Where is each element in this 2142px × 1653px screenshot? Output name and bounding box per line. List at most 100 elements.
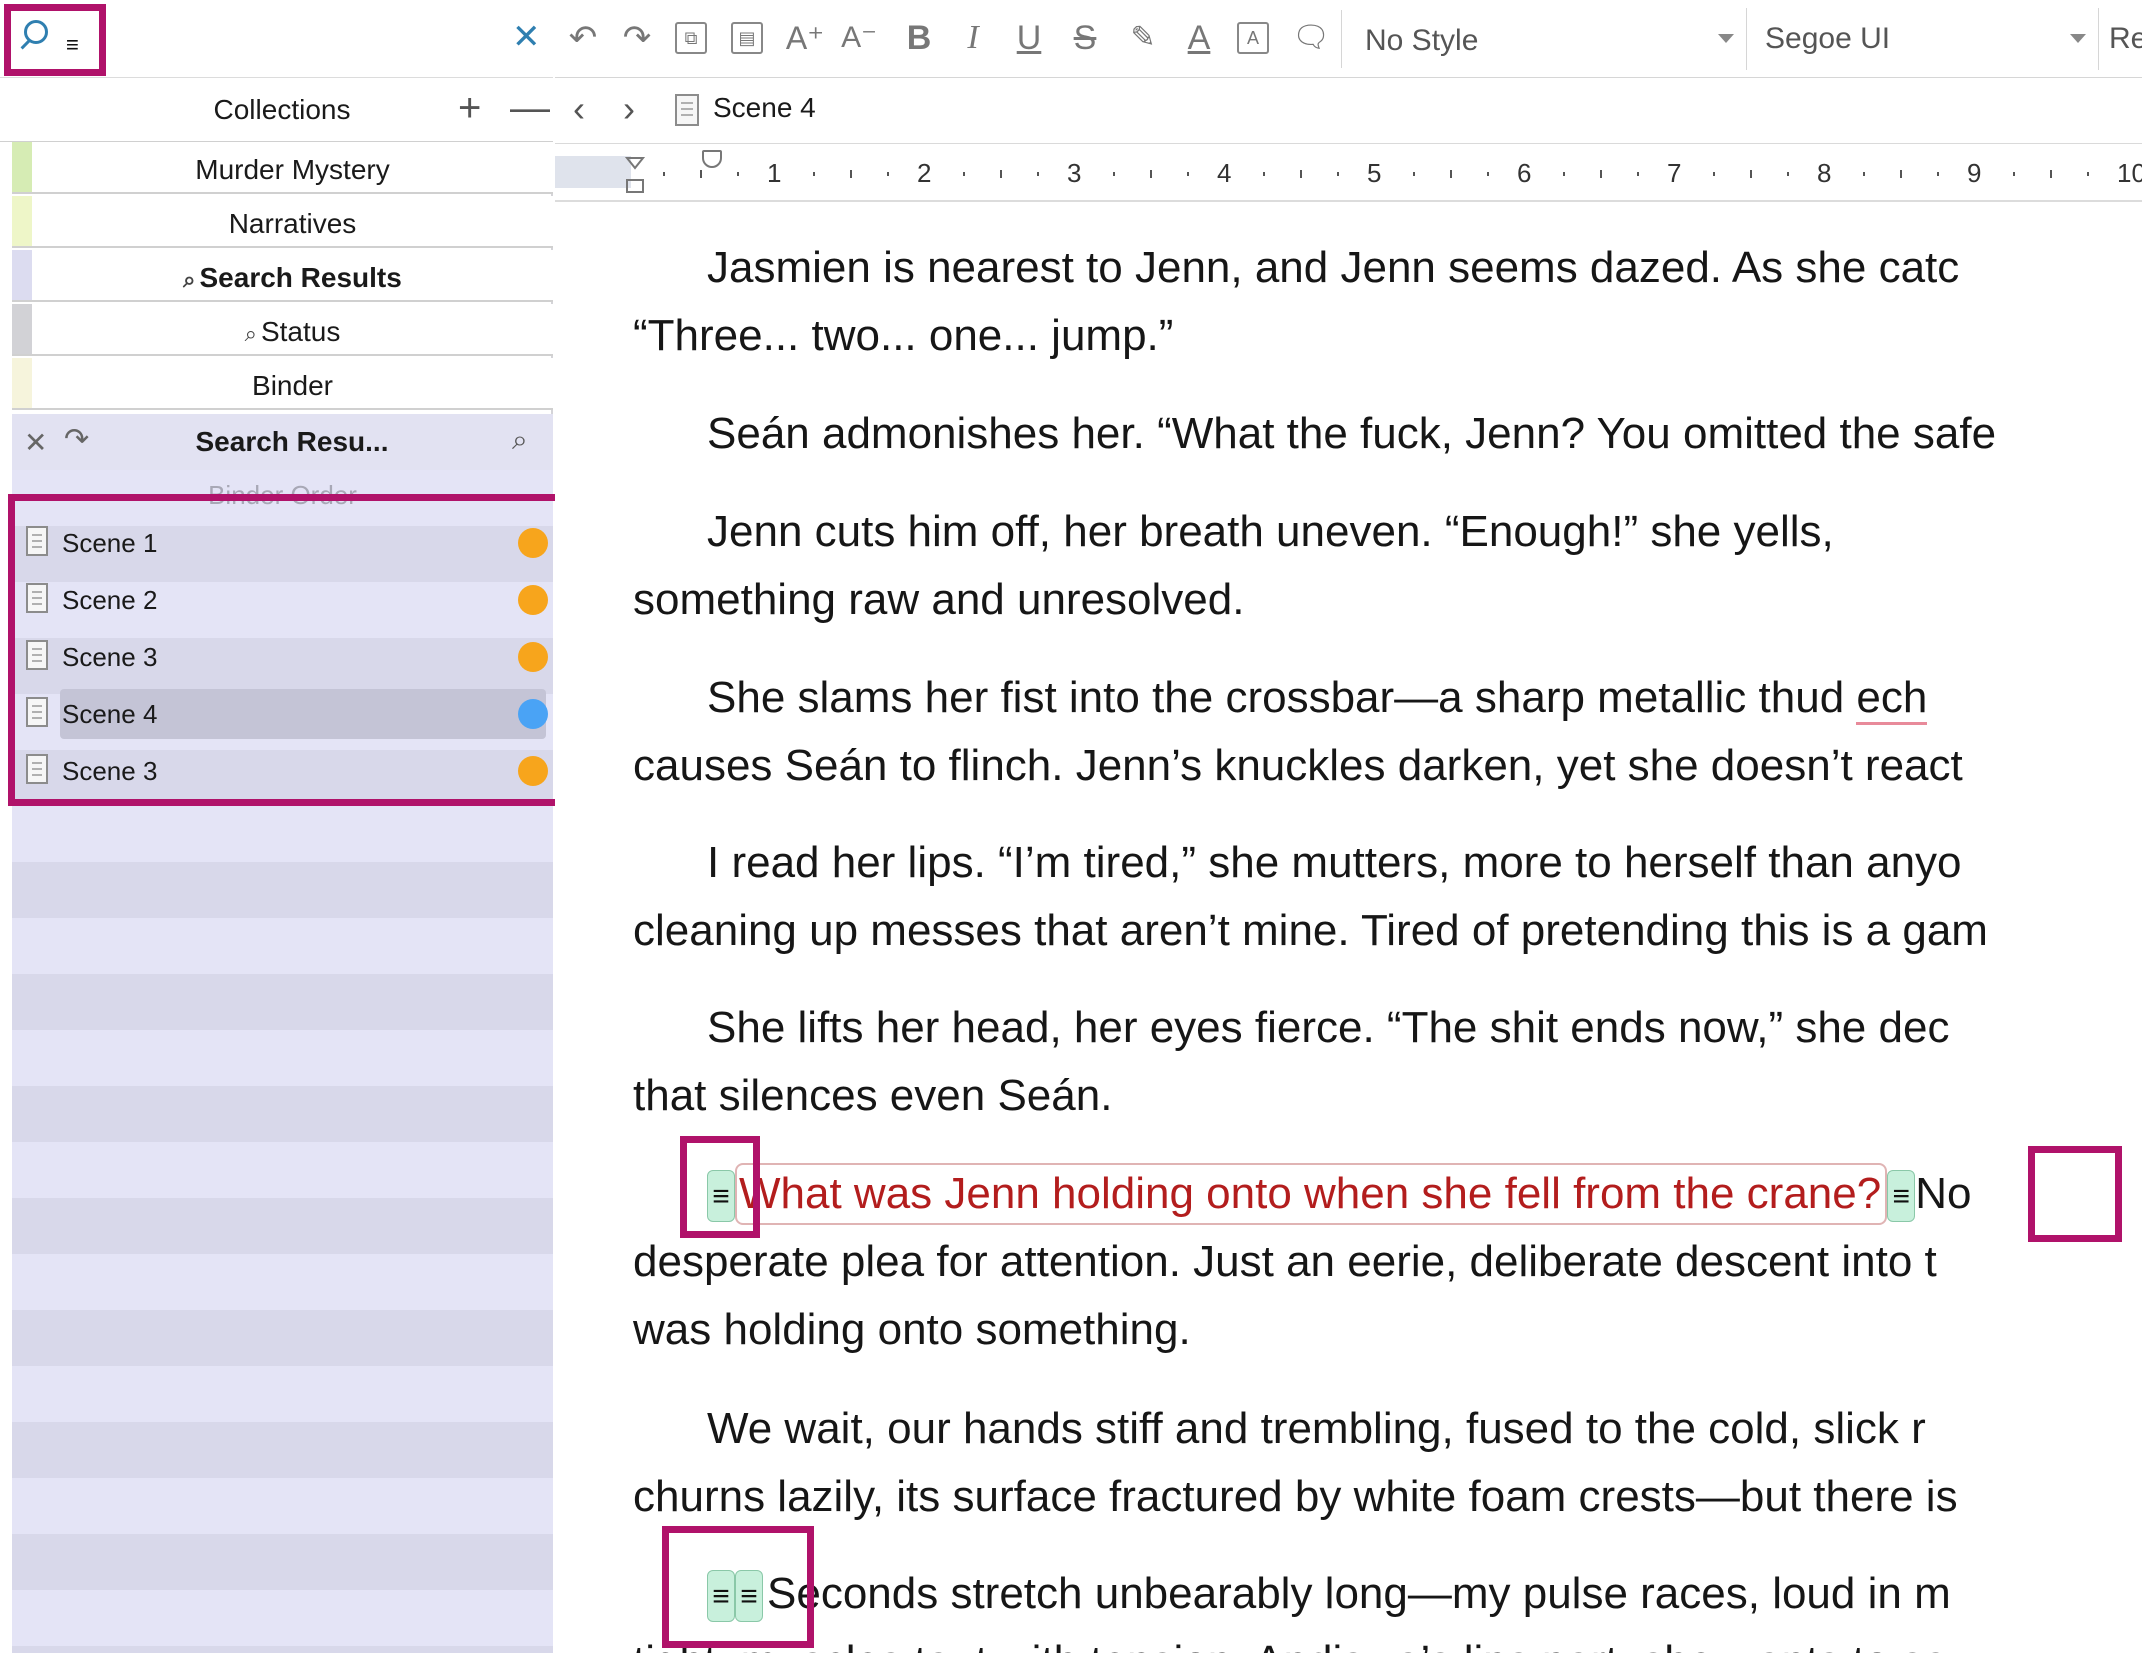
ruler-number: 7 <box>1667 158 1682 188</box>
text-line: Jasmien is nearest to Jenn, and Jenn see… <box>707 243 1960 292</box>
ruler-tick <box>1413 172 1415 176</box>
list-item[interactable]: Scene 1 <box>12 514 553 570</box>
inline-annotation-start-icon[interactable]: ≡ <box>707 1170 735 1223</box>
left-indent-marker[interactable] <box>623 156 647 196</box>
remove-collection-button[interactable]: — <box>510 88 550 128</box>
collections-header: Collections + — <box>0 78 553 142</box>
editor-text-area[interactable]: Jasmien is nearest to Jenn, and Jenn see… <box>555 202 2142 1653</box>
copy-icon[interactable]: ⧉ <box>675 22 707 54</box>
ruler[interactable]: 1 2 3 4 5 6 7 8 9 10 <box>555 144 2142 202</box>
increase-font-size-icon[interactable]: A⁺ <box>783 16 827 60</box>
paragraph: I read her lips. “I’m tired,” she mutter… <box>633 829 2142 965</box>
text-color-icon[interactable]: A <box>1177 16 1221 60</box>
collection-tab-label: Murder Mystery <box>32 154 553 186</box>
inline-annotation-end-icon[interactable]: ≡ <box>1887 1170 1916 1223</box>
decrease-font-size-icon[interactable]: A⁻ <box>837 16 881 60</box>
inline-annotation-start-icon[interactable]: ≡ <box>707 1570 735 1623</box>
ruler-tick <box>737 172 739 176</box>
ruler-tick <box>663 172 665 176</box>
spelling-error-word[interactable]: ech <box>1856 673 1928 725</box>
collection-color-swatch <box>12 358 32 408</box>
font-weight-select[interactable]: Regul <box>2109 22 2142 56</box>
redo-icon[interactable]: ↷ <box>615 16 659 60</box>
ruler-tick <box>1563 172 1565 176</box>
ruler-tick <box>850 170 852 178</box>
ruler-number: 6 <box>1517 158 1532 188</box>
close-icon[interactable]: ✕ <box>24 426 47 459</box>
text-line: desperate plea for attention. Just an ee… <box>633 1237 1937 1286</box>
ruler-tick <box>887 172 889 176</box>
ruler-number: 4 <box>1217 158 1232 188</box>
sidebar: ≡ ✕ Collections + — Murder Mystery Narrat… <box>0 0 566 1653</box>
search-input[interactable] <box>110 14 490 62</box>
undo-icon[interactable]: ↶ <box>561 16 605 60</box>
ruler-number: 10 <box>2117 158 2142 188</box>
search-options-menu-icon[interactable]: ≡ <box>66 34 79 56</box>
ruler-tick <box>1713 172 1715 176</box>
search-results-title: Search Resu... <box>195 426 389 457</box>
text-line: tight, muscles taut with tension. Andisw… <box>633 1637 1948 1653</box>
paste-icon[interactable]: ▤ <box>731 22 763 54</box>
text-line: We wait, our hands stiff and trembling, … <box>707 1404 1926 1453</box>
collection-tab-search-results[interactable]: ⌕ Search Results <box>12 250 553 302</box>
ruler-margin <box>555 156 631 188</box>
highlight-icon[interactable]: ✎ <box>1121 16 1165 60</box>
collection-color-swatch <box>12 250 32 300</box>
inline-annotation-end-icon[interactable]: ≡ <box>735 1570 763 1623</box>
document-icon <box>26 754 48 784</box>
ruler-tick <box>963 172 965 176</box>
list-item-label: Scene 3 <box>62 756 158 786</box>
chevron-down-icon <box>2070 34 2086 43</box>
paragraph-style-select[interactable]: No Style <box>1347 8 1747 70</box>
chevron-down-icon <box>1718 34 1734 43</box>
inline-comment[interactable]: What was Jenn holding onto when she fell… <box>735 1163 1888 1225</box>
font-family-value: Segoe UI <box>1765 22 1891 55</box>
search-icon[interactable]: ⌕ <box>512 424 528 457</box>
ruler-tick <box>1263 172 1265 176</box>
status-dot <box>518 699 548 729</box>
list-item[interactable]: Scene 3 <box>12 742 553 798</box>
comment-icon[interactable]: 🗨 <box>1289 16 1333 60</box>
paragraph: ≡ ≡ Seconds stretch unbearably long—my pul… <box>633 1560 2142 1653</box>
ruler-number: 3 <box>1067 158 1082 188</box>
collection-tab-status[interactable]: ⌕ Status <box>12 304 553 356</box>
status-dot <box>518 642 548 672</box>
close-icon[interactable]: ✕ <box>512 20 541 54</box>
search-icon: ⌕ <box>244 321 257 346</box>
text-line: Jenn cuts him off, her breath uneven. “E… <box>707 507 1834 556</box>
collection-tab-binder[interactable]: Binder <box>12 358 553 410</box>
first-line-indent-marker[interactable] <box>702 150 722 168</box>
redo-search-icon[interactable]: ↷ <box>64 422 89 457</box>
underline-icon[interactable]: U <box>1007 16 1051 60</box>
chevron-left-icon[interactable]: ‹ <box>573 88 585 130</box>
list-item[interactable]: Scene 2 <box>12 571 553 627</box>
chevron-right-icon[interactable]: › <box>623 88 635 130</box>
bold-icon[interactable]: B <box>897 16 941 60</box>
text-line: “Three... two... one... jump.” <box>633 311 1174 360</box>
paragraph: She lifts her head, her eyes fierce. “Th… <box>633 994 2142 1130</box>
collection-tab-text: Status <box>260 316 341 347</box>
strikethrough-icon[interactable]: S <box>1063 16 1107 60</box>
document-title: Scene 4 <box>713 92 816 123</box>
collection-tab-text: Binder <box>252 370 333 401</box>
list-item[interactable]: Scene 4 <box>12 685 553 741</box>
document-icon <box>26 583 48 613</box>
ruler-tick <box>1150 170 1152 178</box>
paragraph-style-value: No Style <box>1365 24 1479 57</box>
text-line: something raw and unresolved. <box>633 575 1245 624</box>
text-box-icon[interactable]: A <box>1237 22 1269 54</box>
font-family-select[interactable]: Segoe UI <box>1747 8 2099 70</box>
collection-color-swatch <box>12 196 32 246</box>
sort-order-label[interactable]: Binder Order <box>12 480 553 511</box>
search-results-header: ✕ ↷ Search Resu... ⌕ <box>12 414 553 470</box>
search-icon[interactable] <box>18 18 52 52</box>
collection-tab-murder-mystery[interactable]: Murder Mystery <box>12 142 553 194</box>
collection-tab-narratives[interactable]: Narratives <box>12 196 553 248</box>
search-icon: ⌕ <box>183 267 196 292</box>
ruler-number: 2 <box>917 158 932 188</box>
italic-icon[interactable]: I <box>951 16 995 60</box>
list-item[interactable]: Scene 3 <box>12 628 553 684</box>
status-dot <box>518 528 548 558</box>
add-collection-button[interactable]: + <box>458 88 481 128</box>
text-line: She lifts her head, her eyes fierce. “Th… <box>707 1003 1950 1052</box>
